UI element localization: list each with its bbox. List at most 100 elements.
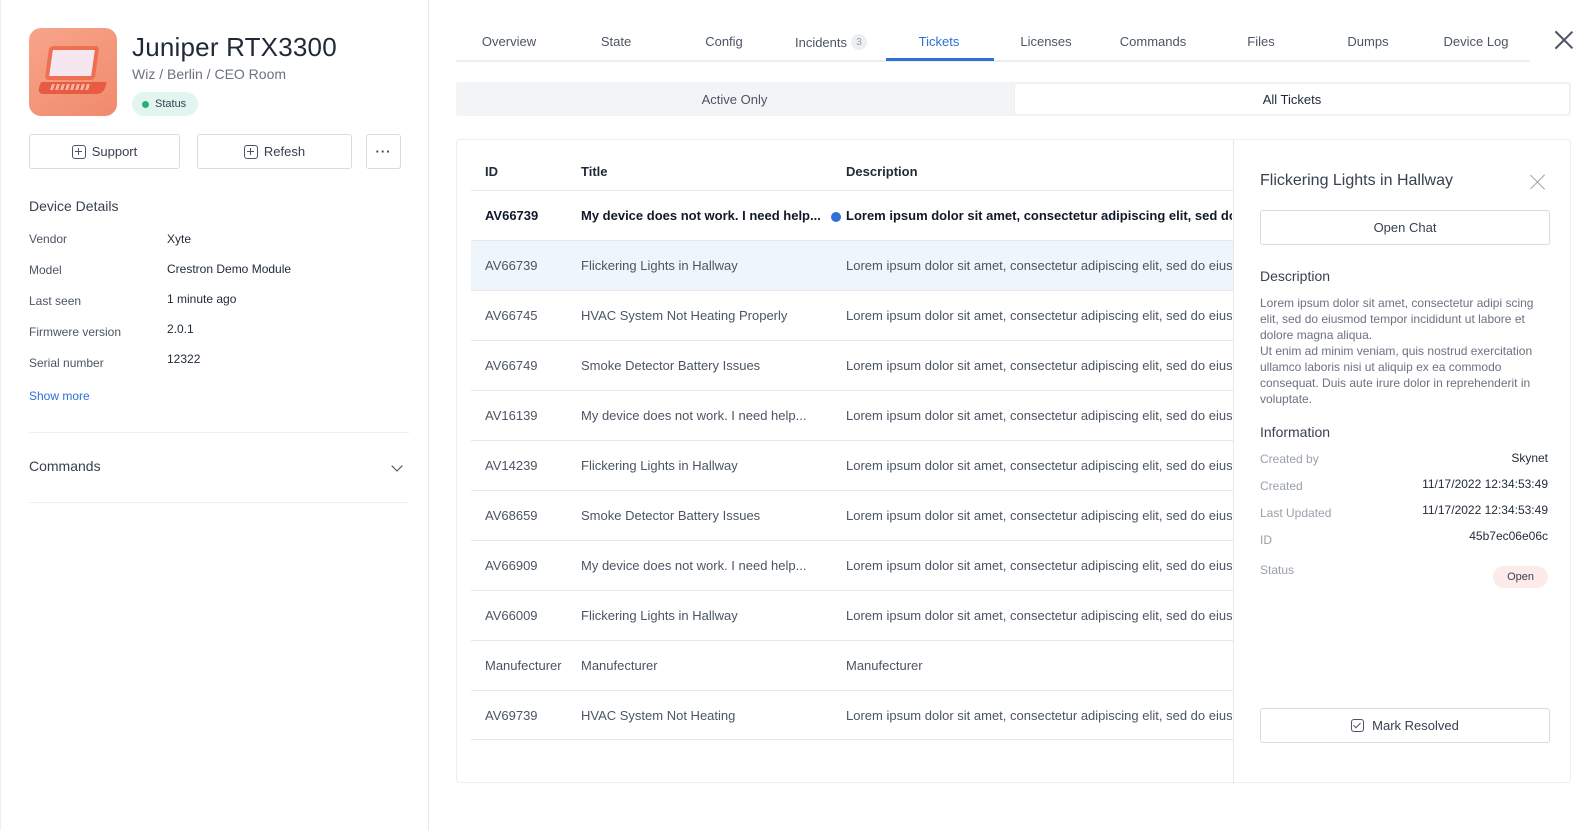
info-label: Status xyxy=(1260,563,1295,577)
plus-box-icon xyxy=(71,144,86,159)
ticket-title: HVAC System Not Heating xyxy=(581,708,736,723)
ticket-description: Lorem ipsum dolor sit amet, consectetur … xyxy=(846,408,1232,423)
ticket-description: Lorem ipsum dolor sit amet, consectetur … xyxy=(846,208,1232,223)
detail-label: Serial number xyxy=(29,356,104,370)
tab-config[interactable]: Config xyxy=(705,34,743,49)
laptop-icon xyxy=(29,28,117,116)
table-row[interactable]: Manufecturer Manufecturer Manufecturer xyxy=(471,640,1233,690)
tab-incidents[interactable]: Incidents 3 xyxy=(795,34,868,50)
info-label: ID xyxy=(1260,533,1272,547)
chevron-down-icon[interactable] xyxy=(391,460,403,472)
ticket-title: Flickering Lights in Hallway xyxy=(581,458,738,473)
ticket-description: Lorem ipsum dolor sit amet, consectetur … xyxy=(846,358,1232,373)
detail-label: Firmwere version xyxy=(29,325,122,339)
tickets-card: ID Title Description AV66739 My device d… xyxy=(456,139,1571,784)
filter-all-tickets[interactable]: All Tickets xyxy=(1014,83,1570,115)
ticket-id: AV66909 xyxy=(485,558,538,573)
info-label: Created xyxy=(1260,479,1303,493)
detail-label: Model xyxy=(29,263,62,277)
column-header-title: Title xyxy=(581,164,608,179)
ticket-description-text: Lorem ipsum dolor sit amet, consectetur … xyxy=(1260,296,1534,406)
detail-label: Vendor xyxy=(29,232,68,246)
support-button[interactable]: Support xyxy=(29,134,180,169)
device-sidebar: Juniper RTX3300 Wiz / Berlin / CEO Room … xyxy=(0,0,429,830)
divider xyxy=(29,432,409,433)
ticket-title: My device does not work. I need help... xyxy=(581,408,807,423)
table-row[interactable]: AV66909 My device does not work. I need … xyxy=(471,540,1233,590)
ticket-description: Lorem ipsum dolor sit amet, consectetur … xyxy=(846,608,1232,623)
ticket-id: AV69739 xyxy=(485,708,538,723)
refresh-button[interactable]: Refesh xyxy=(197,134,352,169)
detail-value: Xyte xyxy=(167,232,192,246)
table-row[interactable]: AV68659 Smoke Detector Battery Issues Lo… xyxy=(471,490,1233,540)
ticket-title: Smoke Detector Battery Issues xyxy=(581,358,761,373)
ticket-title: Flickering Lights in Hallway xyxy=(581,608,738,623)
table-row[interactable]: AV66749 Smoke Detector Battery Issues Lo… xyxy=(471,340,1233,390)
ticket-title: Smoke Detector Battery Issues xyxy=(581,508,761,523)
tab-bar: Overview State Config Incidents 3 Ticket… xyxy=(456,22,1530,62)
ticket-id: AV66739 xyxy=(485,258,538,273)
detail-value: 1 minute ago xyxy=(167,292,237,306)
support-button-label: Support xyxy=(91,144,138,159)
table-row[interactable]: AV16139 My device does not work. I need … xyxy=(471,390,1233,440)
tab-licenses[interactable]: Licenses xyxy=(1020,34,1071,49)
info-label: Last Updated xyxy=(1260,506,1332,520)
description-heading: Description xyxy=(1260,268,1331,284)
status-dot-icon xyxy=(142,100,149,108)
table-row[interactable]: AV66739 Flickering Lights in Hallway Lor… xyxy=(471,240,1233,290)
table-row[interactable]: AV14239 Flickering Lights in Hallway Lor… xyxy=(471,440,1233,490)
tab-overview[interactable]: Overview xyxy=(482,34,536,49)
ticket-description: Lorem ipsum dolor sit amet, consectetur … xyxy=(846,458,1232,473)
ticket-id: AV68659 xyxy=(485,508,538,523)
refresh-button-label: Refesh xyxy=(263,144,306,159)
table-row[interactable]: AV66739 My device does not work. I need … xyxy=(471,190,1233,240)
information-heading: Information xyxy=(1260,424,1331,440)
checkbox-icon xyxy=(1351,719,1365,732)
mark-resolved-button[interactable]: Mark Resolved xyxy=(1260,708,1550,743)
close-icon[interactable] xyxy=(1530,174,1546,190)
detail-label: Last seen xyxy=(29,294,82,308)
info-value: 11/17/2022 12:34:53:49 xyxy=(1422,503,1548,517)
info-label: Created by xyxy=(1260,452,1319,466)
plus-box-icon xyxy=(243,144,258,159)
tab-tickets[interactable]: Tickets xyxy=(919,34,960,49)
table-row[interactable]: AV66009 Flickering Lights in Hallway Lor… xyxy=(471,590,1233,640)
device-location: Wiz / Berlin / CEO Room xyxy=(132,66,287,82)
more-actions-button[interactable]: ··· xyxy=(366,134,401,169)
ticket-detail-title: Flickering Lights in Hallway xyxy=(1260,172,1453,189)
detail-value: 12322 xyxy=(167,352,201,366)
divider xyxy=(471,739,1233,740)
tab-files[interactable]: Files xyxy=(1247,34,1274,49)
ticket-title: My device does not work. I need help... xyxy=(581,208,821,223)
status-label: Status xyxy=(155,98,187,110)
status-badge: Open xyxy=(1493,566,1548,588)
table-row[interactable]: AV66745 HVAC System Not Heating Properly… xyxy=(471,290,1233,340)
tab-dumps[interactable]: Dumps xyxy=(1347,34,1388,49)
ticket-title: Manufecturer xyxy=(581,658,658,673)
ticket-title: My device does not work. I need help... xyxy=(581,558,807,573)
ticket-id: AV14239 xyxy=(485,458,538,473)
tab-device-log[interactable]: Device Log xyxy=(1443,34,1508,49)
ticket-description: Manufecturer xyxy=(846,658,923,673)
ticket-id: AV66739 xyxy=(485,208,539,223)
table-row[interactable]: AV69739 HVAC System Not Heating Lorem ip… xyxy=(471,690,1233,740)
ticket-id: AV16139 xyxy=(485,408,538,423)
tab-state[interactable]: State xyxy=(601,34,631,49)
incidents-count-badge: 3 xyxy=(851,34,868,50)
column-header-id: ID xyxy=(485,164,498,179)
commands-section-title[interactable]: Commands xyxy=(29,458,101,474)
show-more-link[interactable]: Show more xyxy=(29,389,90,403)
tab-commands[interactable]: Commands xyxy=(1120,34,1186,49)
device-name: Juniper RTX3300 xyxy=(132,32,337,62)
status-badge: Status xyxy=(132,92,199,116)
close-icon[interactable] xyxy=(1554,30,1574,50)
detail-value: 2.0.1 xyxy=(167,322,194,336)
mark-resolved-label: Mark Resolved xyxy=(1372,718,1459,733)
detail-value: Crestron Demo Module xyxy=(167,262,292,276)
ticket-id: AV66009 xyxy=(485,608,538,623)
info-value: Skynet xyxy=(1511,451,1548,465)
filter-active-only[interactable]: Active Only xyxy=(456,82,1013,116)
ticket-id: AV66749 xyxy=(485,358,538,373)
more-icon: ··· xyxy=(375,144,392,159)
open-chat-button[interactable]: Open Chat xyxy=(1260,210,1550,245)
